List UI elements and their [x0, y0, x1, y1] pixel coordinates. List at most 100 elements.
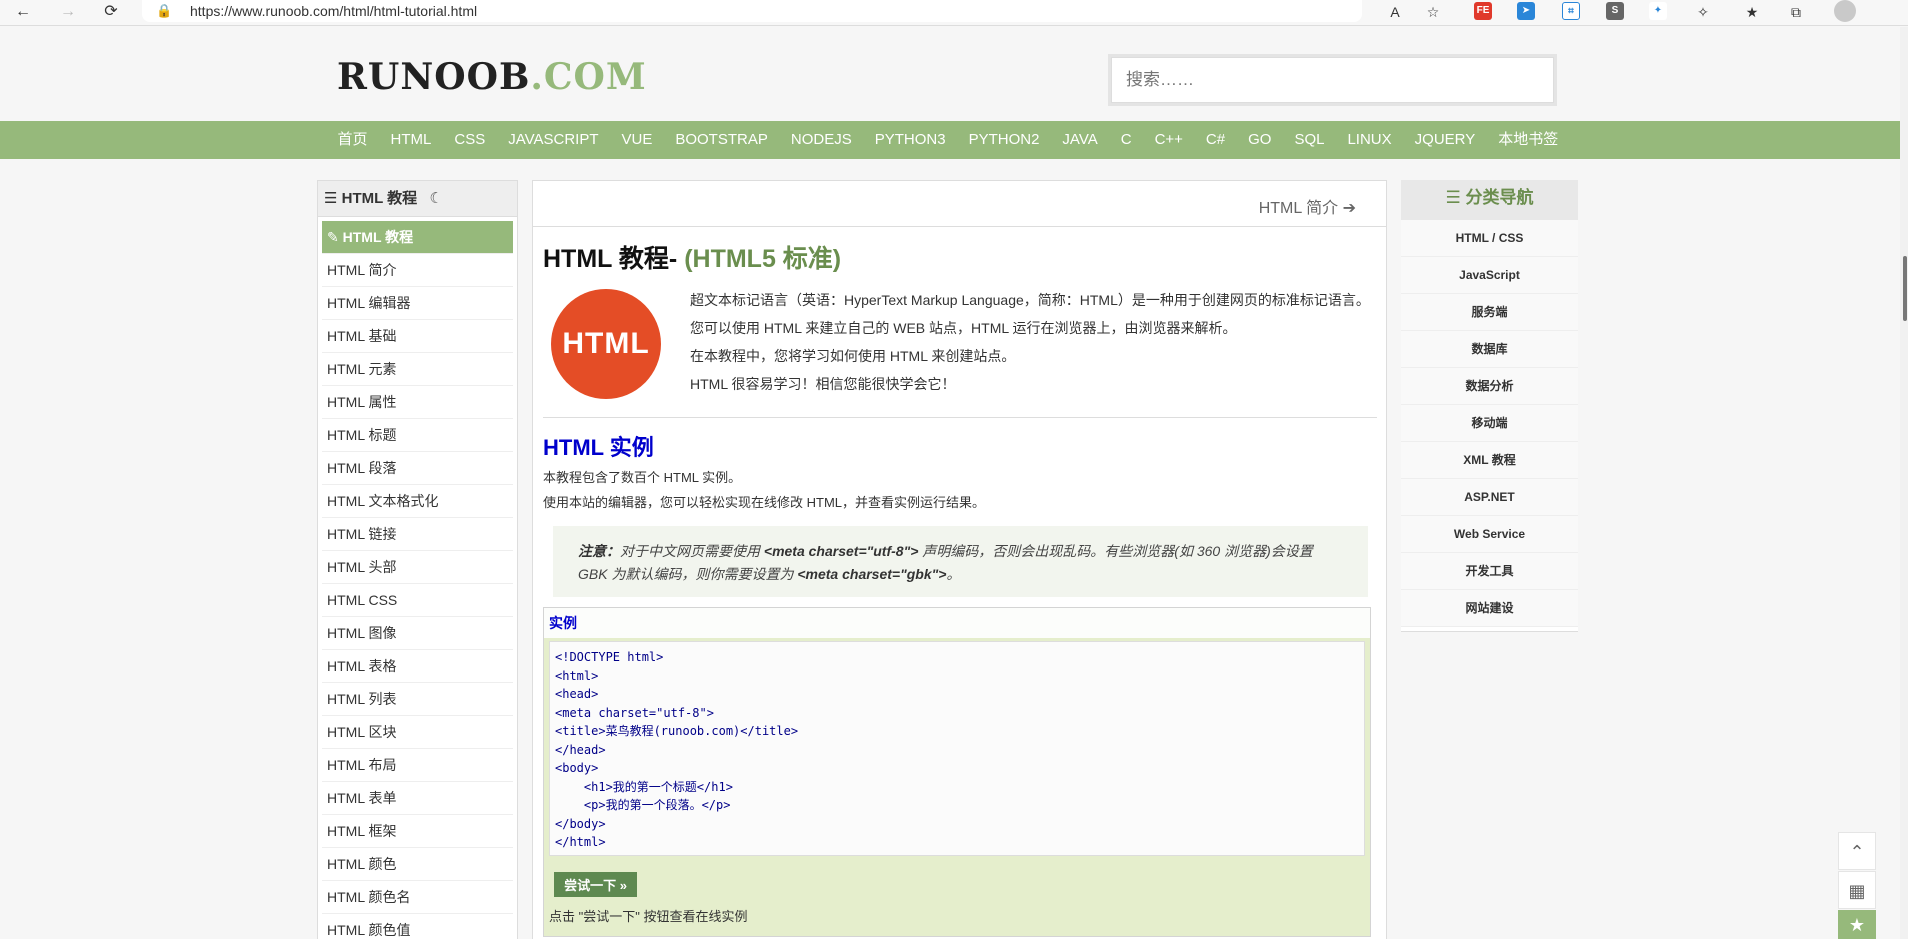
category-item[interactable]: 数据库 — [1401, 331, 1578, 368]
sidebar-item-label: HTML 标题 — [327, 427, 397, 443]
extension-crop-icon[interactable]: ⌗ — [1562, 2, 1580, 20]
back-arrow-icon[interactable]: ← — [14, 3, 32, 21]
top-nav-item[interactable]: C — [1109, 121, 1143, 159]
top-nav-item[interactable]: LINUX — [1336, 121, 1403, 159]
sidebar-item-label: HTML 框架 — [327, 823, 397, 839]
category-item[interactable]: 网站建设 — [1401, 590, 1578, 627]
top-nav-item[interactable]: PYTHON2 — [957, 121, 1051, 159]
category-item[interactable]: XML 教程 — [1401, 442, 1578, 479]
sidebar-item[interactable]: HTML 基础 — [322, 320, 513, 353]
sidebar-item[interactable]: HTML 区块 — [322, 716, 513, 749]
category-item[interactable]: 开发工具 — [1401, 553, 1578, 590]
sidebar-item[interactable]: HTML 文本格式化 — [322, 485, 513, 518]
sidebar-item[interactable]: HTML 图像 — [322, 617, 513, 650]
top-nav-item[interactable]: JQUERY — [1403, 121, 1487, 159]
sidebar-item[interactable]: HTML 表单 — [322, 782, 513, 815]
qr-code-button[interactable]: ▦ — [1838, 871, 1876, 909]
code-block[interactable]: <!DOCTYPE html> <html> <head> <meta charset… — [549, 641, 1365, 856]
sidebar-item[interactable]: HTML 头部 — [322, 551, 513, 584]
sidebar-item[interactable]: HTML 编辑器 — [322, 287, 513, 320]
sidebar-item[interactable]: HTML CSS — [322, 584, 513, 617]
category-item[interactable]: 服务端 — [1401, 294, 1578, 331]
refresh-icon[interactable]: ⟳ — [102, 3, 120, 21]
sidebar-item[interactable]: HTML 颜色名 — [322, 881, 513, 914]
charset-note: 注意：对于中文网页需要使用 <meta charset="utf-8"> 声明编… — [553, 526, 1368, 597]
sidebar-item-label: HTML 颜色 — [327, 856, 397, 872]
page-title-main: HTML 教程- — [543, 245, 678, 273]
favorites-icon[interactable]: ★ — [1742, 3, 1762, 21]
top-nav-item[interactable]: 首页 — [326, 121, 379, 159]
top-nav-item[interactable]: CSS — [443, 121, 497, 159]
top-nav-item[interactable]: C++ — [1143, 121, 1194, 159]
sidebar-item-label: HTML 图像 — [327, 625, 397, 641]
url-text[interactable]: https://www.runoob.com/html/html-tutoria… — [190, 3, 477, 19]
sidebar-item[interactable]: HTML 列表 — [322, 683, 513, 716]
category-item[interactable]: HTML / CSS — [1401, 220, 1578, 257]
sidebar-item[interactable]: ✎ HTML 教程 — [322, 221, 513, 254]
try-it-button[interactable]: 尝试一下 » — [554, 872, 637, 897]
sidebar-item[interactable]: HTML 颜色 — [322, 848, 513, 881]
category-item[interactable]: JavaScript — [1401, 257, 1578, 294]
read-aloud-icon[interactable]: A — [1385, 3, 1405, 21]
scrollbar-thumb[interactable] — [1903, 256, 1907, 321]
sidebar-item[interactable]: HTML 布局 — [322, 749, 513, 782]
sidebar-item[interactable]: HTML 简介 — [322, 254, 513, 287]
category-item[interactable]: 数据分析 — [1401, 368, 1578, 405]
site-header: RUNOOB.COM — [0, 27, 1900, 122]
code-line: <title>菜鸟教程(runoob.com)</title> — [555, 724, 799, 738]
top-navigation: 首页 HTML CSS JAVASCRIPT VUE BOOTSTRAP NODEJS PYT… — [0, 121, 1900, 159]
sidebar-item-label: HTML 教程 — [342, 229, 414, 245]
sidebar-item[interactable]: HTML 标题 — [322, 419, 513, 452]
next-page-link[interactable]: HTML 简介 ➔ — [1259, 194, 1356, 218]
code-line: </body> — [555, 816, 606, 831]
page-scrollbar[interactable] — [1900, 27, 1908, 939]
page-title-sub: (HTML5 标准) — [684, 245, 842, 273]
extension-s-icon[interactable]: S — [1606, 2, 1624, 20]
top-nav-item[interactable]: C# — [1194, 121, 1236, 159]
examples-description: 本教程包含了数百个 HTML 实例。 使用本站的编辑器，您可以轻松实现在线修改 H… — [543, 465, 985, 515]
sidebar-item-label: HTML 表格 — [327, 658, 397, 674]
sidebar-item[interactable]: HTML 段落 — [322, 452, 513, 485]
sidebar-item[interactable]: HTML 链接 — [322, 518, 513, 551]
profile-avatar[interactable] — [1834, 0, 1856, 22]
category-item[interactable]: ASP.NET — [1401, 479, 1578, 516]
category-item[interactable]: Web Service — [1401, 516, 1578, 553]
top-nav-item[interactable]: VUE — [610, 121, 664, 159]
category-list: HTML / CSS JavaScript 服务端 数据库 数据分析 移动端 XML 教程 A… — [1401, 220, 1578, 627]
sidebar-item[interactable]: HTML 属性 — [322, 386, 513, 419]
top-nav-item[interactable]: JAVASCRIPT — [497, 121, 610, 159]
intro-paragraph: 超文本标记语言（英语：HyperText Markup Language，简称：… — [690, 292, 1370, 308]
top-nav-item[interactable]: JAVA — [1051, 121, 1109, 159]
extension-blue-icon[interactable]: ✦ — [1649, 2, 1667, 20]
forward-arrow-icon[interactable]: → — [59, 3, 77, 21]
top-nav-item[interactable]: NODEJS — [779, 121, 863, 159]
top-nav-item[interactable]: HTML — [379, 121, 443, 159]
add-favorite-icon[interactable]: ☆ — [1423, 3, 1443, 21]
category-item[interactable]: 移动端 — [1401, 405, 1578, 442]
sidebar-item[interactable]: HTML 元素 — [322, 353, 513, 386]
sidebar-item-label: HTML 颜色值 — [327, 922, 411, 938]
back-to-top-button[interactable]: ⌃ — [1838, 832, 1876, 870]
sidebar-item[interactable]: HTML 表格 — [322, 650, 513, 683]
top-nav-item[interactable]: GO — [1237, 121, 1283, 159]
top-nav-item[interactable]: BOOTSTRAP — [664, 121, 780, 159]
bookmark-star-button[interactable]: ★ — [1838, 910, 1876, 939]
sidebar-item[interactable]: HTML 框架 — [322, 815, 513, 848]
note-label: 注意： — [578, 543, 620, 559]
sidebar-item[interactable]: HTML 颜色值 — [322, 914, 513, 939]
code-line: </html> — [555, 835, 606, 849]
extensions-puzzle-icon[interactable]: ✧ — [1693, 3, 1713, 21]
search-input[interactable] — [1111, 57, 1554, 103]
extension-telegram-icon[interactable]: ➤ — [1517, 2, 1535, 20]
top-nav-item[interactable]: SQL — [1283, 121, 1336, 159]
top-nav-item[interactable]: PYTHON3 — [863, 121, 957, 159]
extension-fe-icon[interactable]: FE — [1474, 2, 1492, 20]
intro-paragraph: 在本教程中，您将学习如何使用 HTML 来创建站点。 — [690, 348, 1016, 364]
collections-icon[interactable]: ⧉ — [1786, 3, 1806, 21]
tag-icon: ✎ — [327, 229, 343, 245]
code-line: <p>我的第一个段落。</p> — [555, 798, 731, 812]
right-sidebar: ☰ 分类导航 HTML / CSS JavaScript 服务端 数据库 数据分析 移动端… — [1401, 180, 1578, 632]
site-logo[interactable]: RUNOOB.COM — [337, 56, 647, 98]
dark-mode-moon-icon[interactable]: ☾ — [429, 190, 442, 207]
top-nav-item[interactable]: 本地书签 — [1487, 121, 1570, 159]
